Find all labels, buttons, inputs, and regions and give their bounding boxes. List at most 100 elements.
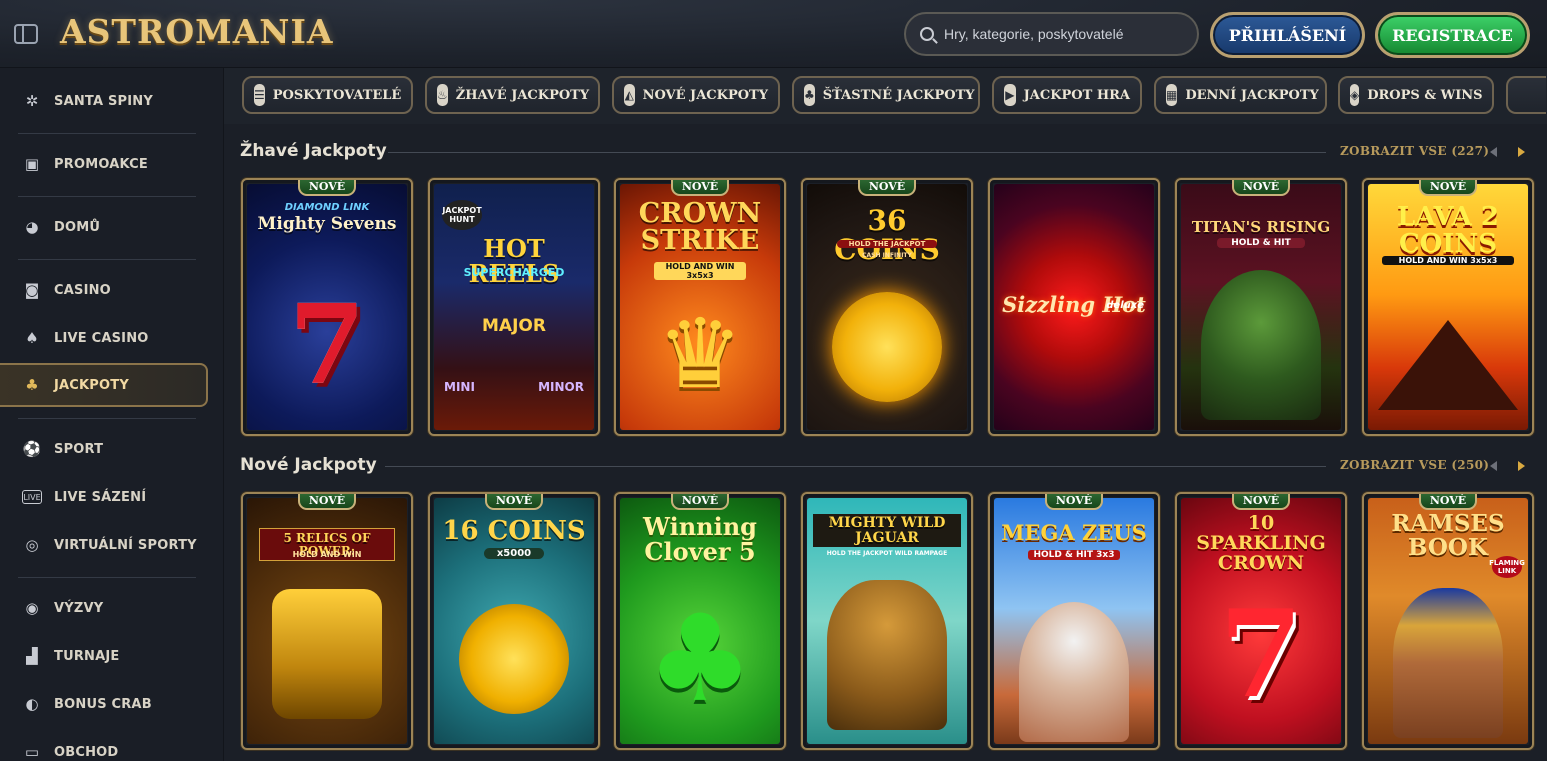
- category-stastne-jackpoty[interactable]: ♣ ŠŤASTNÉ JACKPOTY: [792, 76, 980, 114]
- category-label: POSKYTOVATELÉ: [272, 87, 402, 103]
- game-title: MIGHTY WILD JAGUAR: [813, 514, 961, 548]
- game-tile[interactable]: NOVÉ CROWN STRIKE HOLD AND WIN 3x5x3 ♛: [614, 178, 786, 436]
- sidebar-item-obchod[interactable]: ▭ OBCHOD: [0, 730, 208, 761]
- golden-mask-icon: [272, 589, 382, 719]
- game-tile[interactable]: NOVÉ 10 SPARKLING CROWN 7: [1175, 492, 1347, 750]
- jackpot-hunt-logo: JACKPOT HUNT: [442, 200, 482, 230]
- new-badge: NOVÉ: [485, 494, 543, 510]
- game-tile[interactable]: NOVÉ RAMSES BOOK FLAMING LINK: [1362, 492, 1534, 750]
- gift-icon: ▣: [24, 155, 40, 173]
- game-tile[interactable]: NOVÉ 5 RELICS OF POWER: HOLD AND WIN: [241, 492, 413, 750]
- sidebar-divider: [18, 577, 196, 578]
- category-drops-wins[interactable]: ◈ DROPS & WINS: [1338, 76, 1494, 114]
- sidebar: ✲ SANTA SPINY ▣ PROMOAKCE ◕ DOMŮ ◙ CASIN…: [0, 68, 224, 761]
- game-label-mini: MINI: [444, 380, 475, 394]
- search-box[interactable]: [904, 12, 1199, 56]
- zeus-figure-icon: [1019, 602, 1129, 742]
- game-tile[interactable]: JACKPOT HUNT HOT REELS SUPERCHARGED MAJO…: [428, 178, 600, 436]
- sidebar-item-label: PROMOAKCE: [54, 156, 148, 172]
- game-subtitle: HOLD & HIT: [1217, 238, 1305, 248]
- app-root: ASTROMANIA PŘIHLÁŠENÍ REGISTRACE ✲ SANTA…: [0, 0, 1547, 761]
- lucky-seven-icon: 7: [1219, 584, 1303, 725]
- sidebar-toggle-icon[interactable]: [14, 24, 38, 44]
- category-label: DENNÍ JACKPOTY: [1185, 87, 1319, 103]
- sidebar-item-label: BONUS CRAB: [54, 696, 152, 712]
- sidebar-item-label: LIVE SÁZENÍ: [54, 489, 147, 505]
- podium-icon: ▟: [26, 647, 38, 665]
- game-tile[interactable]: MIGHTY WILD JAGUAR HOLD THE JACKPOT WILD…: [801, 492, 973, 750]
- calendar-icon: ▦: [1166, 84, 1178, 106]
- login-button[interactable]: PŘIHLÁŠENÍ: [1210, 12, 1365, 58]
- new-badge: NOVÉ: [1232, 494, 1290, 510]
- sidebar-item-bonus-crab[interactable]: ◐ BONUS CRAB: [0, 682, 208, 726]
- scroll-left-arrow[interactable]: [1490, 147, 1497, 157]
- category-zhave-jackpoty[interactable]: ♨ ŽHAVÉ JACKPOTY: [425, 76, 600, 114]
- scroll-right-arrow[interactable]: [1518, 461, 1525, 471]
- sidebar-item-santa-spiny[interactable]: ✲ SANTA SPINY: [0, 79, 208, 123]
- sidebar-item-jackpoty[interactable]: ♣ JACKPOTY: [0, 363, 208, 407]
- bell-icon: ◭: [624, 84, 635, 106]
- sidebar-item-label: VIRTUÁLNÍ SPORTY: [54, 537, 197, 553]
- category-nove-jackpoty[interactable]: ◭ NOVÉ JACKPOTY: [612, 76, 780, 114]
- sidebar-item-domu[interactable]: ◕ DOMŮ: [0, 205, 208, 249]
- sidebar-item-virtualni-sporty[interactable]: ◎ VIRTUÁLNÍ SPORTY: [0, 523, 208, 567]
- category-label: DROPS & WINS: [1367, 87, 1483, 103]
- game-tile[interactable]: NOVÉ MEGA ZEUS HOLD & HIT 3x3: [988, 492, 1160, 750]
- category-more[interactable]: [1506, 76, 1546, 114]
- sidebar-item-label: CASINO: [54, 282, 111, 298]
- section-divider: [385, 466, 1326, 467]
- volcano-icon: [1378, 320, 1518, 410]
- game-subtitle: x5000: [484, 548, 544, 559]
- game-brand: DIAMOND LINK: [284, 202, 370, 213]
- game-tile[interactable]: NOVÉ 16 COINS x5000: [428, 492, 600, 750]
- scroll-right-arrow[interactable]: [1518, 147, 1525, 157]
- game-label-minor: MINOR: [538, 380, 584, 394]
- search-icon: [920, 27, 934, 41]
- game-tile[interactable]: Sizzling Hot deluxe: [988, 178, 1160, 436]
- sidebar-item-sport[interactable]: ⚽ SPORT: [0, 427, 208, 471]
- flaming-link-badge: FLAMING LINK: [1489, 556, 1525, 578]
- game-label-major: MAJOR: [482, 316, 546, 336]
- sidebar-item-label: LIVE CASINO: [54, 330, 149, 346]
- view-all-link[interactable]: ZOBRAZIT VSE (227): [1340, 144, 1489, 158]
- game-subtitle: HOLD & HIT 3x3: [1028, 550, 1120, 560]
- sidebar-item-casino[interactable]: ◙ CASINO: [0, 268, 208, 312]
- new-badge: NOVÉ: [298, 494, 356, 510]
- sidebar-divider: [18, 418, 196, 419]
- sidebar-item-promoakce[interactable]: ▣ PROMOAKCE: [0, 142, 208, 186]
- new-badge: NOVÉ: [1419, 494, 1477, 510]
- register-button[interactable]: REGISTRACE: [1375, 12, 1530, 58]
- scroll-left-arrow[interactable]: [1490, 461, 1497, 471]
- new-badge: NOVÉ: [671, 180, 729, 196]
- site-logo[interactable]: ASTROMANIA: [60, 12, 334, 51]
- game-subtitle-2: CASH INFINITY: [862, 252, 912, 259]
- view-all-link[interactable]: ZOBRAZIT VSE (250): [1340, 458, 1489, 472]
- search-input[interactable]: [944, 26, 1174, 42]
- sidebar-item-vyzvy[interactable]: ◉ VÝZVY: [0, 586, 208, 630]
- football-icon: ⚽: [22, 440, 42, 458]
- game-subtitle: HOLD THE JACKPOT WILD RAMPAGE: [826, 550, 948, 557]
- sidebar-item-label: TURNAJE: [54, 648, 120, 664]
- category-label: ŽHAVÉ JACKPOTY: [455, 87, 590, 103]
- fire-icon: ♨: [437, 84, 448, 106]
- category-denni-jackpoty[interactable]: ▦ DENNÍ JACKPOTY: [1154, 76, 1327, 114]
- category-jackpot-hra[interactable]: ▶ JACKPOT HRA: [992, 76, 1142, 114]
- sidebar-item-label: SPORT: [54, 441, 104, 457]
- sidebar-item-live-casino[interactable]: ♠ LIVE CASINO: [0, 316, 208, 360]
- titan-figure-icon: [1201, 270, 1321, 420]
- game-tile[interactable]: NOVÉ Winning Clover 5 ♣: [614, 492, 786, 750]
- game-tile[interactable]: NOVÉ TITAN'S RISING HOLD & HIT: [1175, 178, 1347, 436]
- game-subtitle: HOLD THE JACKPOT: [837, 240, 937, 248]
- game-tile[interactable]: NOVÉ LAVA 2 COINS HOLD AND WIN 3x5x3: [1362, 178, 1534, 436]
- section-divider: [388, 152, 1326, 153]
- shop-icon: ▭: [24, 743, 40, 761]
- category-poskytovatele[interactable]: ☰ POSKYTOVATELÉ: [242, 76, 413, 114]
- sidebar-item-turnaje[interactable]: ▟ TURNAJE: [0, 634, 208, 678]
- game-subtitle: SUPERCHARGED: [463, 266, 565, 279]
- game-tile[interactable]: NOVÉ DIAMOND LINK Mighty Sevens 7: [241, 178, 413, 436]
- game-title: MEGA ZEUS: [1001, 520, 1147, 545]
- sidebar-item-live-sazeni[interactable]: LIVE LIVE SÁZENÍ: [0, 475, 208, 519]
- new-badge: NOVÉ: [298, 180, 356, 196]
- slot-machine-icon: ◙: [24, 281, 40, 299]
- game-tile[interactable]: NOVÉ 36 COINS HOLD THE JACKPOT CASH INFI…: [801, 178, 973, 436]
